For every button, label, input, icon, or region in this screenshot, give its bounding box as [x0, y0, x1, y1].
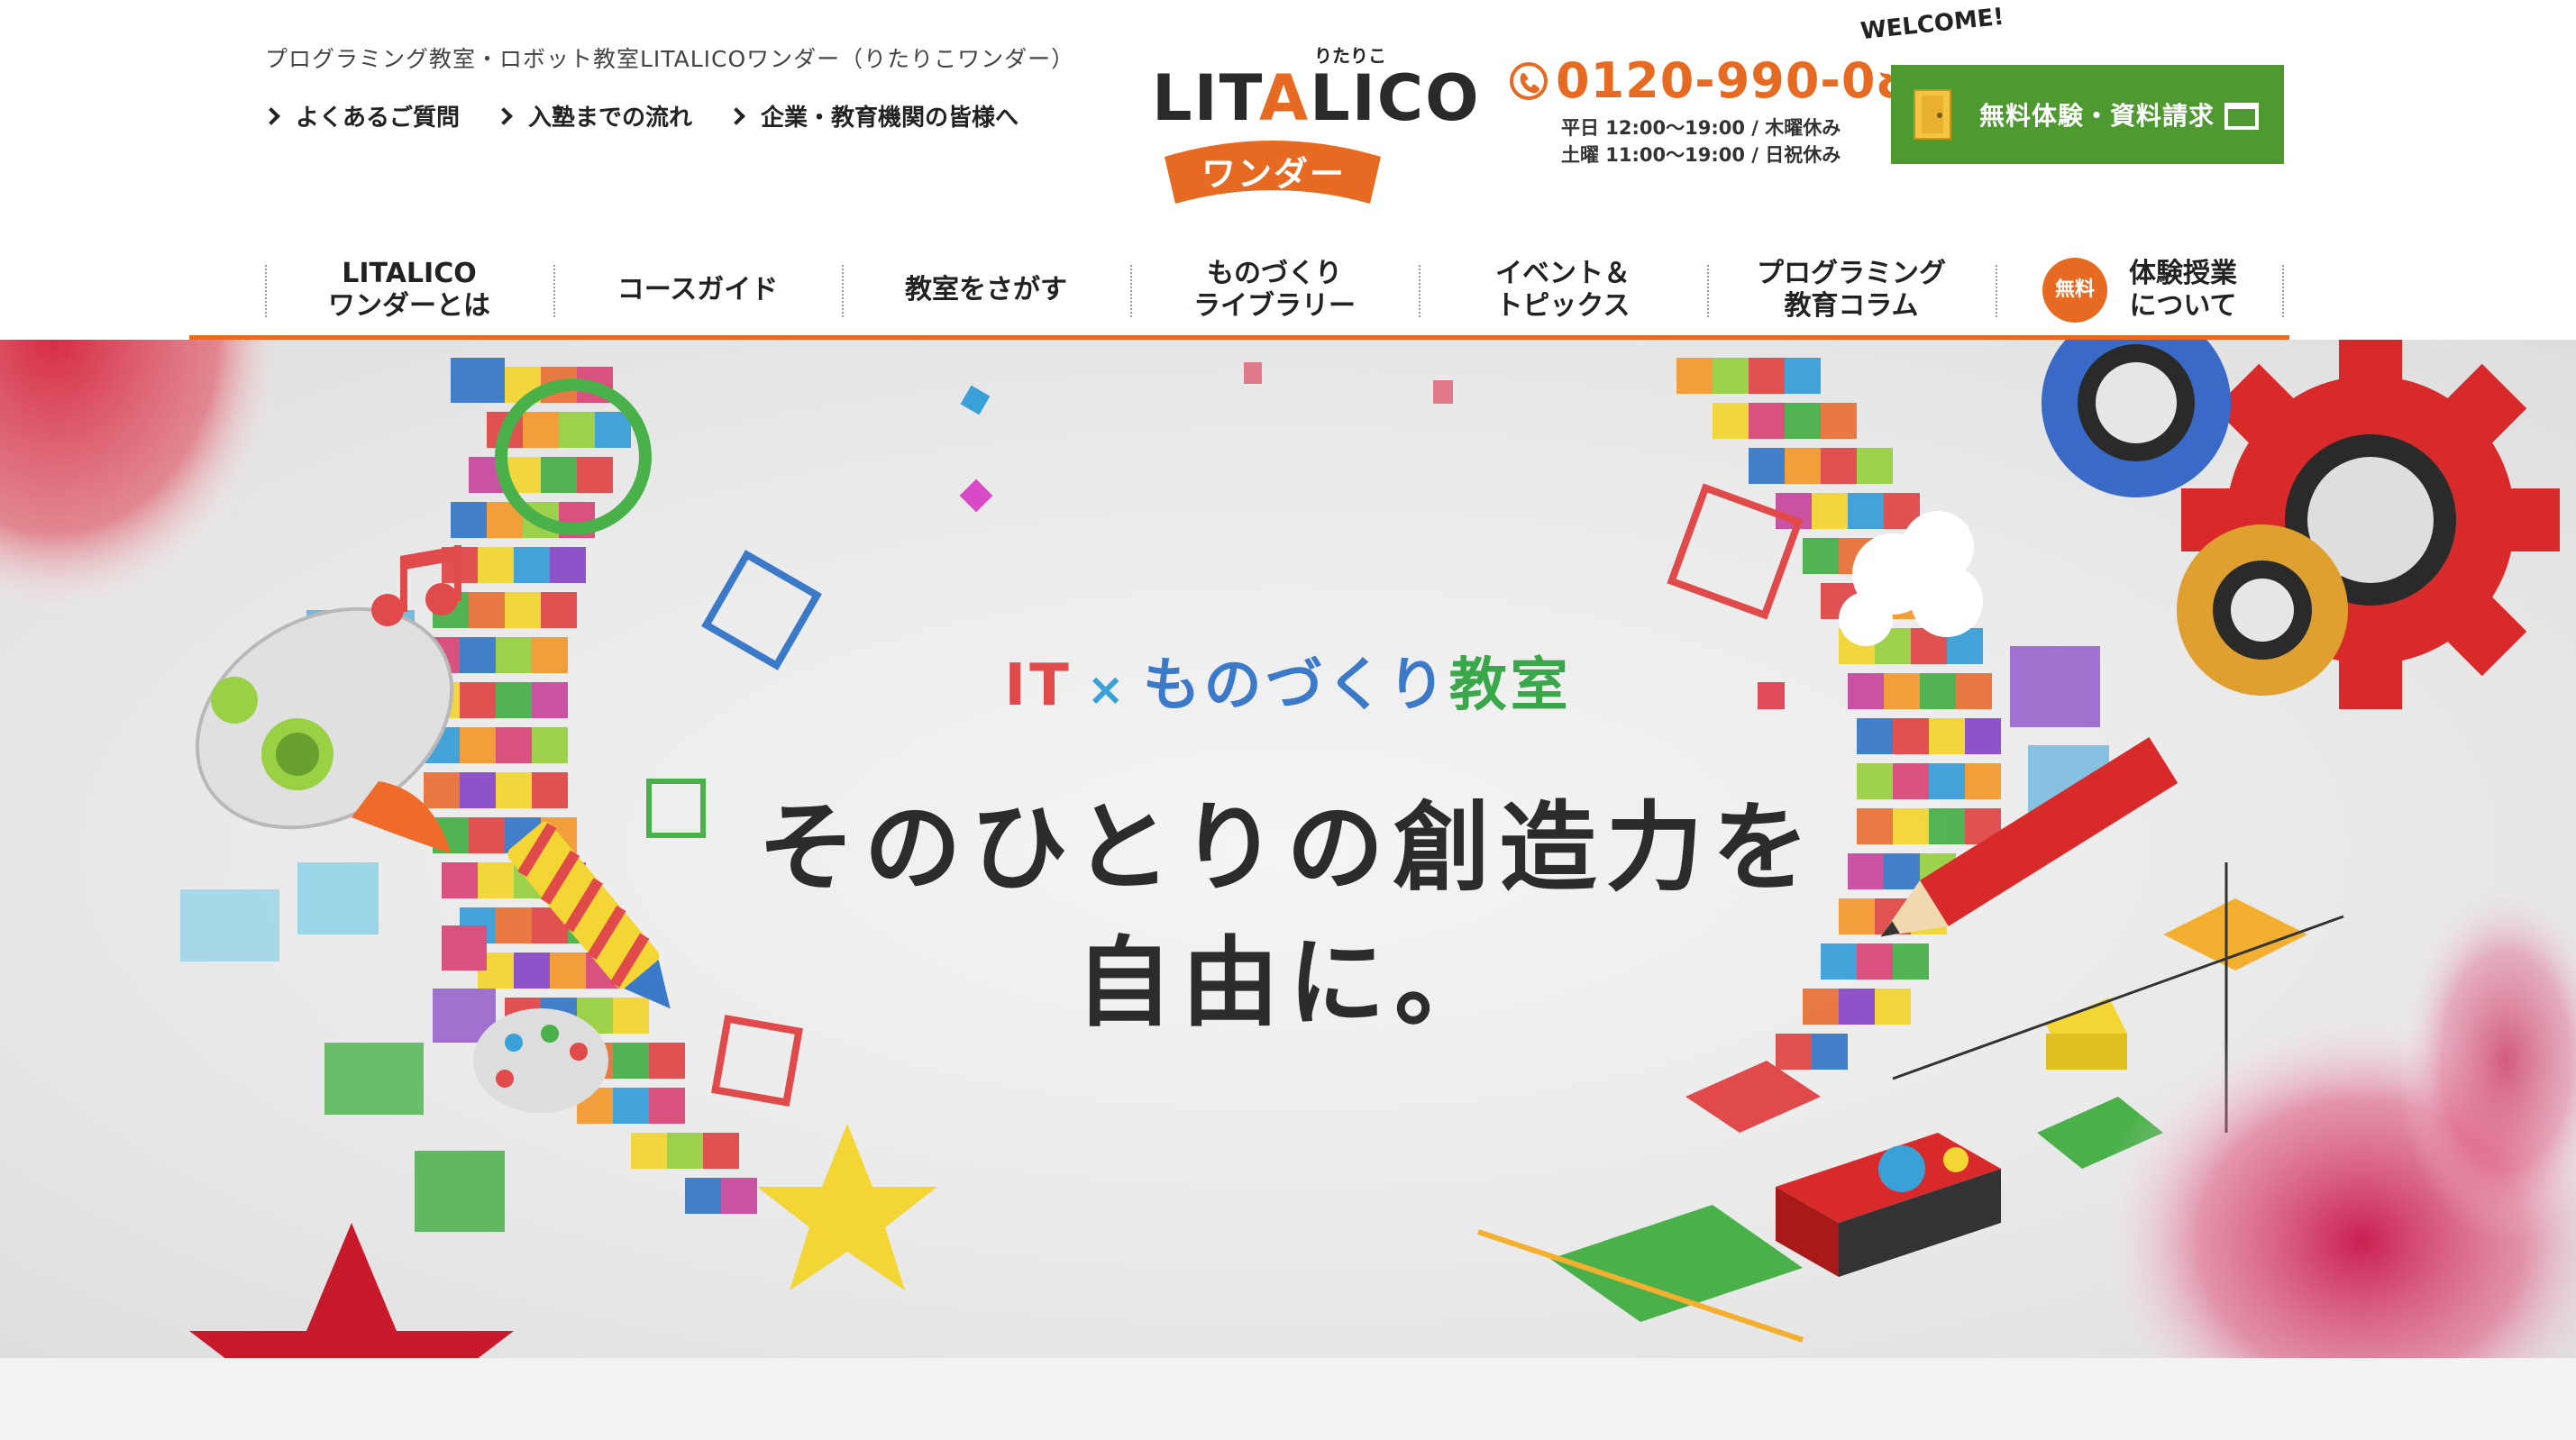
header-sublinks: よくあるご質問 入塾までの流れ 企業・教育機関の皆様へ [262, 99, 1019, 132]
nav-about[interactable]: LITALICO ワンダーとは [265, 245, 553, 335]
site-logo[interactable]: りたりこ LITALICO ワンダー [1152, 36, 1479, 204]
chevron-right-icon [495, 106, 513, 125]
phone-icon [1510, 61, 1548, 100]
nav-events[interactable]: イベント＆ トピックス [1419, 245, 1707, 335]
free-trial-request-button[interactable]: 無料体験・資料請求 [1891, 65, 2284, 164]
hero-title-line1: そのひとりの創造力を [757, 792, 1819, 905]
chevron-right-icon [262, 106, 280, 125]
below-hero-section [0, 1358, 2576, 1440]
star-shape [757, 1124, 937, 1290]
music-note [371, 545, 461, 626]
nav-trial-lesson[interactable]: 無料 体験授業 について [1996, 245, 2284, 335]
corporate-link[interactable]: 企業・教育機関の皆様へ [727, 99, 1019, 132]
faq-link-label: よくあるご質問 [296, 105, 461, 132]
chevron-right-icon [727, 106, 745, 125]
phone-hours-saturday: 土曜 11:00〜19:00 / 日祝休み [1561, 144, 1841, 166]
hero-banner: IT × ものづくり教室 そのひとりの創造力を 自由に。 [0, 340, 2576, 1358]
enrollment-flow-link-label: 入塾までの流れ [528, 105, 693, 132]
free-badge: 無料 [2042, 258, 2107, 323]
cloud-shape [1839, 511, 1983, 646]
enrollment-flow-link[interactable]: 入塾までの流れ [495, 99, 693, 132]
global-nav: LITALICO ワンダーとは コースガイド 教室をさがす ものづくり ライブラリー… [265, 245, 2284, 335]
nav-library[interactable]: ものづくり ライブラリー [1130, 245, 1419, 335]
nav-find-classroom[interactable]: 教室をさがす [842, 245, 1130, 335]
page: プログラミング教室・ロボット教室LITALICOワンダー（りたりこワンダー） よ… [0, 0, 2576, 1440]
red-star-shape [189, 1223, 514, 1358]
logo-wordmark: LITALICO [1152, 61, 1481, 135]
faq-link[interactable]: よくあるご質問 [262, 99, 461, 132]
hero-subtitle: IT × ものづくり教室 [1004, 652, 1572, 719]
game-controller [1776, 1133, 2001, 1277]
phone-hours-weekday: 平日 12:00〜19:00 / 木曜休み [1561, 117, 1841, 139]
phone-hours: 平日 12:00〜19:00 / 木曜休み 土曜 11:00〜19:00 / 日… [1561, 114, 1946, 169]
hero-title-line2: 自由に。 [1074, 927, 1501, 1040]
nav-course-guide[interactable]: コースガイド [553, 245, 842, 335]
logo-banner-text: ワンダー [1201, 154, 1346, 194]
corporate-link-label: 企業・教育機関の皆様へ [761, 105, 1019, 132]
free-trial-request-label: 無料体験・資料請求 [1979, 101, 2215, 131]
blur-blob-top-left [0, 340, 288, 619]
site-tagline: プログラミング教室・ロボット教室LITALICOワンダー（りたりこワンダー） [265, 46, 1075, 72]
new-window-icon [2224, 103, 2259, 130]
hero-title: そのひとりの創造力を 自由に。 [0, 781, 2576, 1052]
gear-blue [2042, 340, 2231, 497]
nav-column[interactable]: プログラミング 教育コラム [1707, 245, 1996, 335]
door-icon [1914, 89, 1951, 140]
